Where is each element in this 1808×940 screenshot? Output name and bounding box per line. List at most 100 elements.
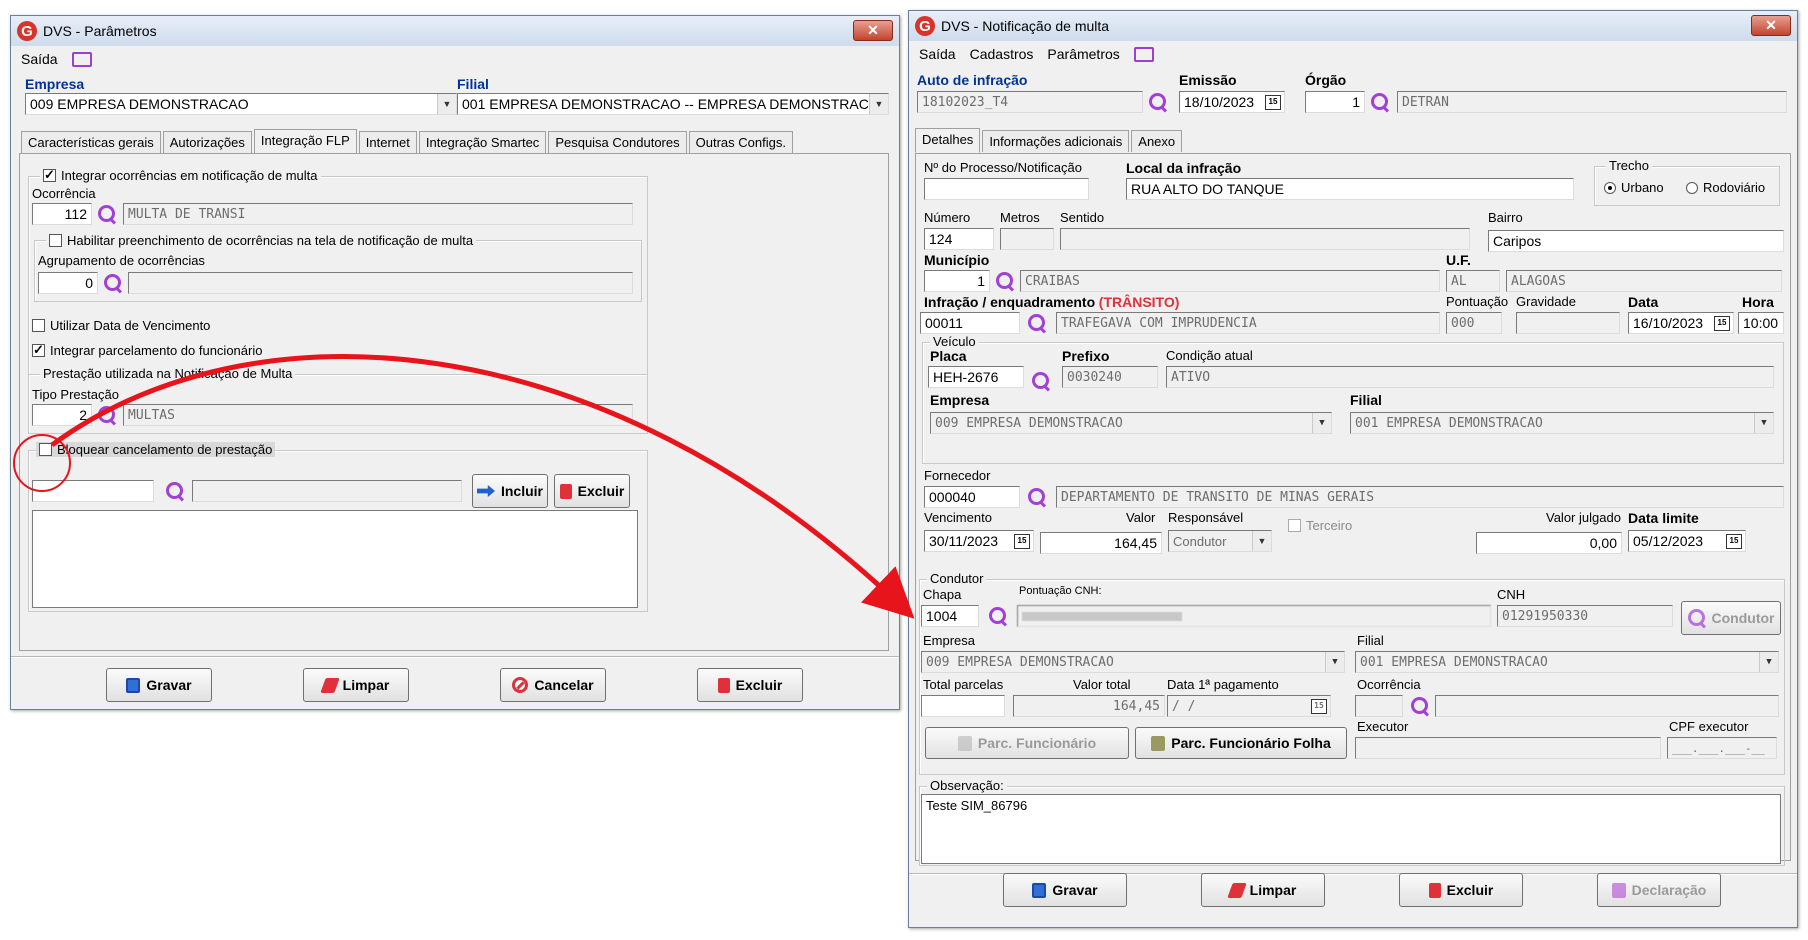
executor-field <box>1355 737 1661 759</box>
search-icon[interactable] <box>1411 697 1429 715</box>
calendar-icon[interactable]: 15 <box>1714 316 1730 331</box>
local-input[interactable]: RUA ALTO DO TANQUE <box>1126 178 1574 200</box>
data-limite-input[interactable]: 05/12/2023 15 <box>1628 530 1746 552</box>
tab-informacoes-adicionais[interactable]: Informações adicionais <box>982 130 1130 152</box>
gravidade-label: Gravidade <box>1516 294 1576 309</box>
menu-saida[interactable]: Saída <box>21 51 58 67</box>
rodoviario-radio[interactable]: Rodoviário <box>1686 180 1765 195</box>
uf-field: AL <box>1446 270 1500 292</box>
habilitar-checkbox[interactable]: Habilitar preenchimento de ocorrências n… <box>46 233 477 248</box>
utilizar-data-checkbox[interactable]: Utilizar Data de Vencimento <box>32 318 210 333</box>
excluir-button[interactable]: Excluir <box>697 668 803 702</box>
search-icon[interactable] <box>996 272 1014 290</box>
menu-parametros[interactable]: Parâmetros <box>1047 46 1119 62</box>
checkbox-box[interactable] <box>1288 519 1301 532</box>
monitor-icon[interactable] <box>1133 46 1154 62</box>
tab-anexo[interactable]: Anexo <box>1131 130 1183 152</box>
hora-input[interactable]: 10:00 <box>1738 312 1784 334</box>
emissao-input[interactable]: 18/10/2023 15 <box>1179 91 1285 113</box>
tab-outras-configs[interactable]: Outras Configs. <box>688 131 793 153</box>
filial-select[interactable]: 001 EMPRESA DEMONSTRACAO -- EMPRESA DEMO… <box>457 93 889 115</box>
tipo-prestacao-code-input[interactable]: 2 <box>32 404 92 426</box>
infracao-code-input[interactable]: 00011 <box>920 312 1020 334</box>
tab-internet[interactable]: Internet <box>358 131 417 153</box>
tab-detalhes[interactable]: Detalhes <box>915 128 981 153</box>
checkbox-box[interactable] <box>32 342 45 358</box>
integrar-parcelamento-checkbox[interactable]: Integrar parcelamento do funcionário <box>32 342 262 358</box>
observacao-textarea[interactable]: Teste SIM_86796 <box>921 794 1781 864</box>
valor-julgado-input[interactable]: 0,00 <box>1476 532 1622 554</box>
close-button[interactable]: ✕ <box>1751 15 1791 36</box>
calendar-icon[interactable]: 15 <box>1726 534 1742 549</box>
total-parcelas-input[interactable] <box>921 695 1005 717</box>
calendar-icon[interactable]: 15 <box>1311 699 1327 714</box>
gravar-button[interactable]: Gravar <box>1003 873 1127 907</box>
checkbox-box[interactable] <box>32 319 45 332</box>
search-icon[interactable] <box>166 482 184 500</box>
c-filial-select: 001 EMPRESA DEMONSTRACAO <box>1355 651 1779 673</box>
vencimento-input[interactable]: 30/11/2023 15 <box>924 530 1034 552</box>
search-icon[interactable] <box>1028 488 1046 506</box>
ocorrencia-code-input[interactable]: 112 <box>32 203 92 225</box>
numero-input[interactable]: 124 <box>924 228 994 250</box>
search-icon[interactable] <box>98 205 116 223</box>
orgao-code-input[interactable]: 1 <box>1305 91 1365 113</box>
declaracao-button[interactable]: Declaração <box>1597 873 1721 907</box>
close-button[interactable]: ✕ <box>853 20 893 41</box>
chapa-input[interactable]: 1004 <box>921 605 979 627</box>
limpar-button[interactable]: Limpar <box>1201 873 1325 907</box>
terceiro-checkbox[interactable]: Terceiro <box>1288 518 1352 533</box>
municipio-code-input[interactable]: 1 <box>924 270 990 292</box>
parc-funcionario-button[interactable]: Parc. Funcionário <box>925 727 1129 759</box>
checkbox-box[interactable] <box>43 167 56 183</box>
parc-funcionario-folha-button[interactable]: Parc. Funcionário Folha <box>1135 727 1347 759</box>
prestacao-list[interactable] <box>32 510 638 608</box>
menu-cadastros[interactable]: Cadastros <box>970 46 1034 62</box>
bloquear-cancelamento-checkbox[interactable]: Bloquear cancelamento de prestação <box>36 442 276 457</box>
trash-icon <box>717 677 730 693</box>
calendar-icon[interactable]: 15 <box>1014 534 1030 549</box>
sentido-field <box>1060 228 1470 250</box>
search-icon[interactable] <box>1032 372 1050 390</box>
fornecedor-code-input[interactable]: 000040 <box>924 486 1020 508</box>
valor-input[interactable]: 164,45 <box>1040 532 1162 554</box>
agrupamento-code-input[interactable]: 0 <box>38 272 98 294</box>
excluir-button[interactable]: Excluir <box>1399 873 1523 907</box>
bloquear-desc-field <box>192 480 462 502</box>
radio-dot[interactable] <box>1686 181 1698 194</box>
checkbox-box[interactable] <box>39 443 52 456</box>
search-icon[interactable] <box>989 607 1007 625</box>
bairro-input[interactable]: Caripos <box>1488 230 1784 252</box>
integrar-ocorrencias-checkbox[interactable]: Integrar ocorrências em notificação de m… <box>40 167 321 183</box>
monitor-icon[interactable] <box>71 51 92 67</box>
search-icon <box>1687 609 1706 627</box>
tab-pesquisa-condutores[interactable]: Pesquisa Condutores <box>548 131 687 153</box>
tab-autorizacoes[interactable]: Autorizações <box>162 131 252 153</box>
tab-caracteristicas[interactable]: Características gerais <box>21 131 161 153</box>
menu-saida[interactable]: Saída <box>919 46 956 62</box>
search-icon[interactable] <box>98 406 116 424</box>
data-input[interactable]: 16/10/2023 15 <box>1628 312 1734 334</box>
checkbox-box[interactable] <box>49 234 62 247</box>
excluir-small-button[interactable]: Excluir <box>554 474 630 508</box>
empresa-select[interactable]: 009 EMPRESA DEMONSTRACAO <box>25 93 457 115</box>
processo-input[interactable] <box>924 178 1089 200</box>
search-icon[interactable] <box>1371 93 1389 111</box>
limpar-button[interactable]: Limpar <box>303 668 409 702</box>
calendar-icon[interactable]: 15 <box>1265 95 1281 110</box>
cancelar-button[interactable]: Cancelar <box>500 668 606 702</box>
search-icon[interactable] <box>104 274 122 292</box>
tab-integracao-smartec[interactable]: Integração Smartec <box>418 131 547 153</box>
tab-integracao-flp[interactable]: Integração FLP <box>253 129 357 154</box>
search-icon[interactable] <box>1028 314 1046 332</box>
gravar-button[interactable]: Gravar <box>106 668 212 702</box>
responsavel-select[interactable]: Condutor <box>1168 530 1272 552</box>
condutor-button[interactable]: Condutor <box>1681 601 1781 635</box>
placa-input[interactable]: HEH-2676 <box>928 366 1024 388</box>
municipio-desc-field: CRAIBAS <box>1020 270 1440 292</box>
bloquear-code-input[interactable] <box>32 480 154 502</box>
incluir-button[interactable]: Incluir <box>472 474 548 508</box>
urbano-radio[interactable]: Urbano <box>1604 180 1664 195</box>
radio-dot[interactable] <box>1604 181 1616 194</box>
search-icon[interactable] <box>1149 93 1167 111</box>
